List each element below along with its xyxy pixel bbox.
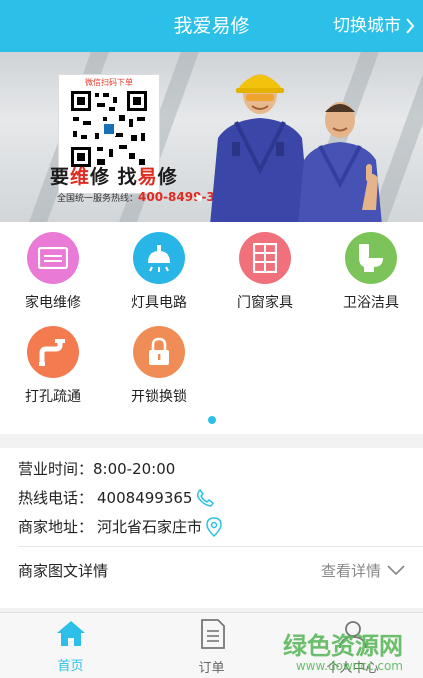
category-lock-service[interactable]: 开锁换锁 <box>106 326 212 406</box>
category-page-indicator <box>208 416 216 424</box>
appliance-icon <box>27 232 79 284</box>
chevron-right-icon <box>406 18 415 34</box>
promo-banner[interactable]: 微信扫码下单 要维修 找易修 全国统一服务热线：400-8499-365 <box>0 52 423 222</box>
address-row[interactable]: 商家地址： 河北省石家庄市 <box>18 516 222 537</box>
hotline-row[interactable]: 热线电话： 4008499365 <box>18 487 215 508</box>
business-hours: 营业时间：8:00-20:00 <box>18 460 176 478</box>
category-label: 家电维修 <box>25 295 81 311</box>
home-icon <box>56 621 85 646</box>
user-icon <box>338 621 367 649</box>
service-category-grid: 家电维修 灯具电路 门窗家具 卫浴洁具 打孔疏通 开锁换锁 <box>0 222 423 434</box>
category-drilling-unclogging[interactable]: 打孔疏通 <box>0 326 106 406</box>
category-appliance-repair[interactable]: 家电维修 <box>0 232 106 312</box>
category-label: 门窗家具 <box>237 295 293 311</box>
view-details-link[interactable]: 查看详情 <box>321 560 405 581</box>
chevron-down-icon <box>387 565 405 575</box>
category-doors-furniture[interactable]: 门窗家具 <box>212 232 318 312</box>
order-icon <box>200 619 225 649</box>
business-detail-row[interactable]: 商家图文详情 查看详情 <box>18 558 405 582</box>
banner-slogan: 要维修 找易修 <box>50 166 178 188</box>
pipe-icon <box>27 326 79 378</box>
app-header: 我爱易修 切换城市 <box>0 0 423 52</box>
category-lighting-circuit[interactable]: 灯具电路 <box>106 232 212 312</box>
toilet-icon <box>345 232 397 284</box>
banner-dot-active[interactable] <box>196 195 202 201</box>
hotline-label: 热线电话： <box>18 489 94 507</box>
detail-title: 商家图文详情 <box>18 561 109 580</box>
lock-icon <box>133 326 185 378</box>
tab-label: 首页 <box>57 659 84 674</box>
banner-pagination <box>196 195 202 201</box>
switch-city-button[interactable]: 切换城市 <box>333 0 415 52</box>
address-label: 商家地址： <box>18 518 94 536</box>
tab-label: 个人中心 <box>326 661 379 676</box>
bottom-tab-bar: 首页 订单 个人中心 <box>0 612 423 678</box>
tab-home[interactable]: 首页 <box>0 619 141 674</box>
location-pin-icon[interactable] <box>206 516 222 537</box>
business-info-panel: 营业时间：8:00-20:00 热线电话： 4008499365 商家地址： 河… <box>0 448 423 608</box>
tab-label: 订单 <box>198 661 225 676</box>
address-value: 河北省石家庄市 <box>97 518 203 536</box>
door-icon <box>239 232 291 284</box>
lamp-icon <box>133 232 185 284</box>
qr-caption: 微信扫码下单 <box>85 78 133 87</box>
worker-illustration <box>210 74 382 222</box>
category-bathroom-fixtures[interactable]: 卫浴洁具 <box>318 232 423 312</box>
tab-profile[interactable]: 个人中心 <box>282 619 423 676</box>
divider <box>18 546 423 547</box>
tab-orders[interactable]: 订单 <box>141 619 282 676</box>
hotline-number[interactable]: 4008499365 <box>97 489 192 507</box>
category-label: 卫浴洁具 <box>343 295 399 311</box>
switch-city-label: 切换城市 <box>333 16 401 36</box>
category-label: 打孔疏通 <box>25 389 81 405</box>
qr-code-image <box>69 89 149 169</box>
category-label: 开锁换锁 <box>131 389 187 405</box>
category-label: 灯具电路 <box>131 295 187 311</box>
phone-icon[interactable] <box>196 488 215 507</box>
